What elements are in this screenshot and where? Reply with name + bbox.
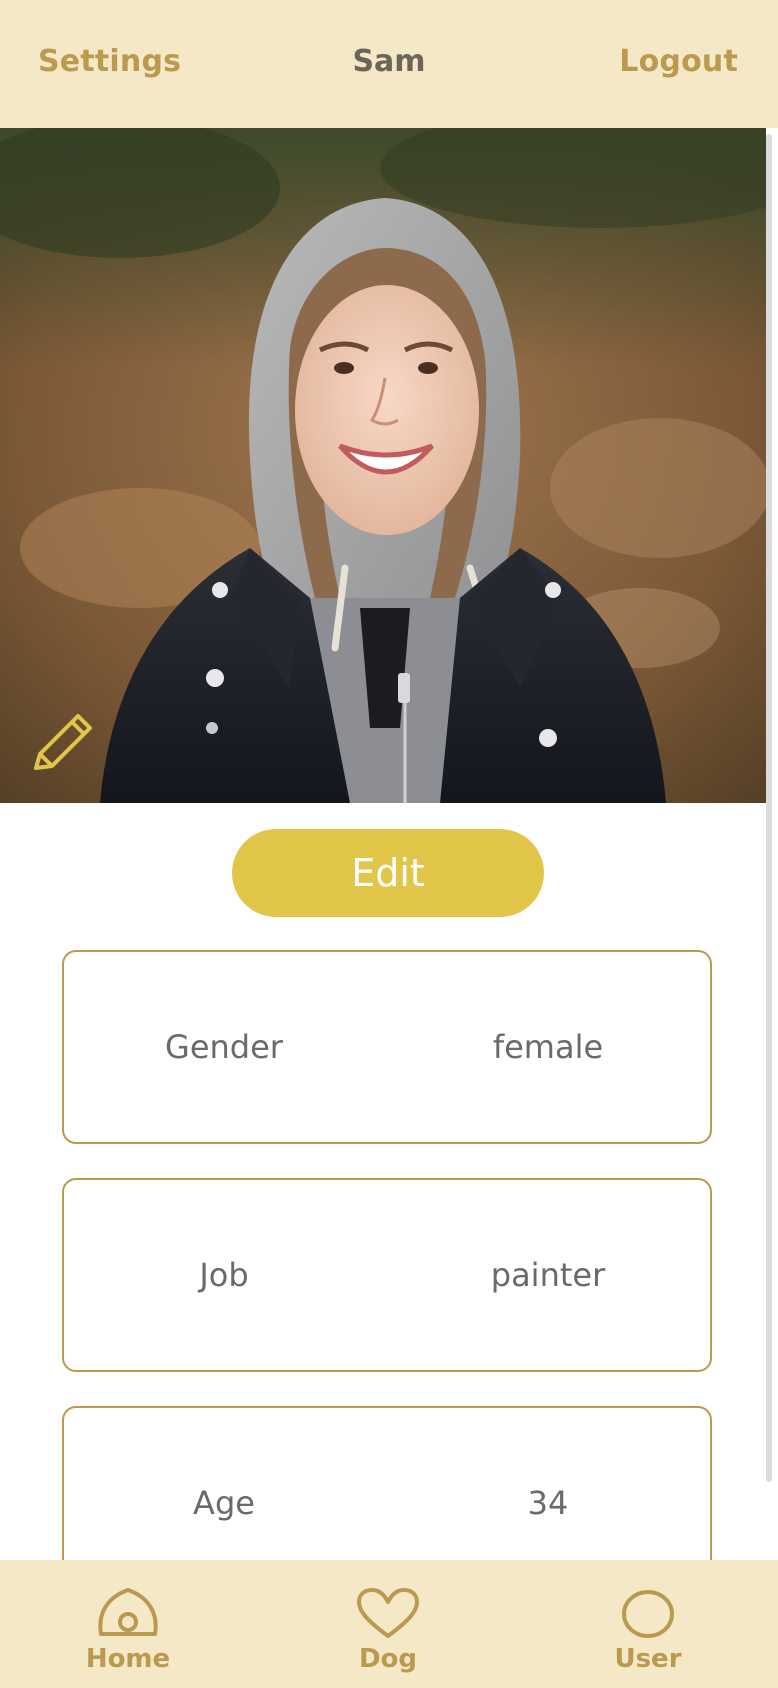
field-value: female [492, 1028, 604, 1066]
profile-field-gender: Gender female [62, 950, 712, 1144]
bottom-nav: Home Dog User [0, 1560, 778, 1688]
field-label: Gender [165, 1028, 283, 1066]
tab-dog[interactable]: Dog [298, 1560, 478, 1688]
home-icon [98, 1588, 158, 1636]
tab-user[interactable]: User [558, 1560, 738, 1688]
tab-dog-label: Dog [358, 1644, 418, 1674]
tab-home-label: Home [85, 1644, 171, 1674]
pencil-icon[interactable] [26, 710, 96, 780]
user-circle-icon [622, 1590, 674, 1638]
field-label: Job [199, 1256, 249, 1294]
tab-user-label: User [614, 1644, 682, 1674]
field-value: painter [490, 1256, 606, 1294]
profile-photo [0, 128, 766, 803]
tab-home[interactable]: Home [38, 1560, 218, 1688]
top-bar: Sam Settings Logout [0, 0, 778, 128]
field-value: 34 [527, 1484, 569, 1522]
settings-button[interactable]: Settings [38, 44, 181, 79]
heart-icon [357, 1588, 419, 1638]
scrollbar[interactable] [766, 134, 772, 1482]
profile-field-job: Job painter [62, 1178, 712, 1372]
field-label: Age [193, 1484, 255, 1522]
logout-button[interactable]: Logout [619, 44, 738, 79]
edit-button[interactable]: Edit [232, 829, 544, 917]
